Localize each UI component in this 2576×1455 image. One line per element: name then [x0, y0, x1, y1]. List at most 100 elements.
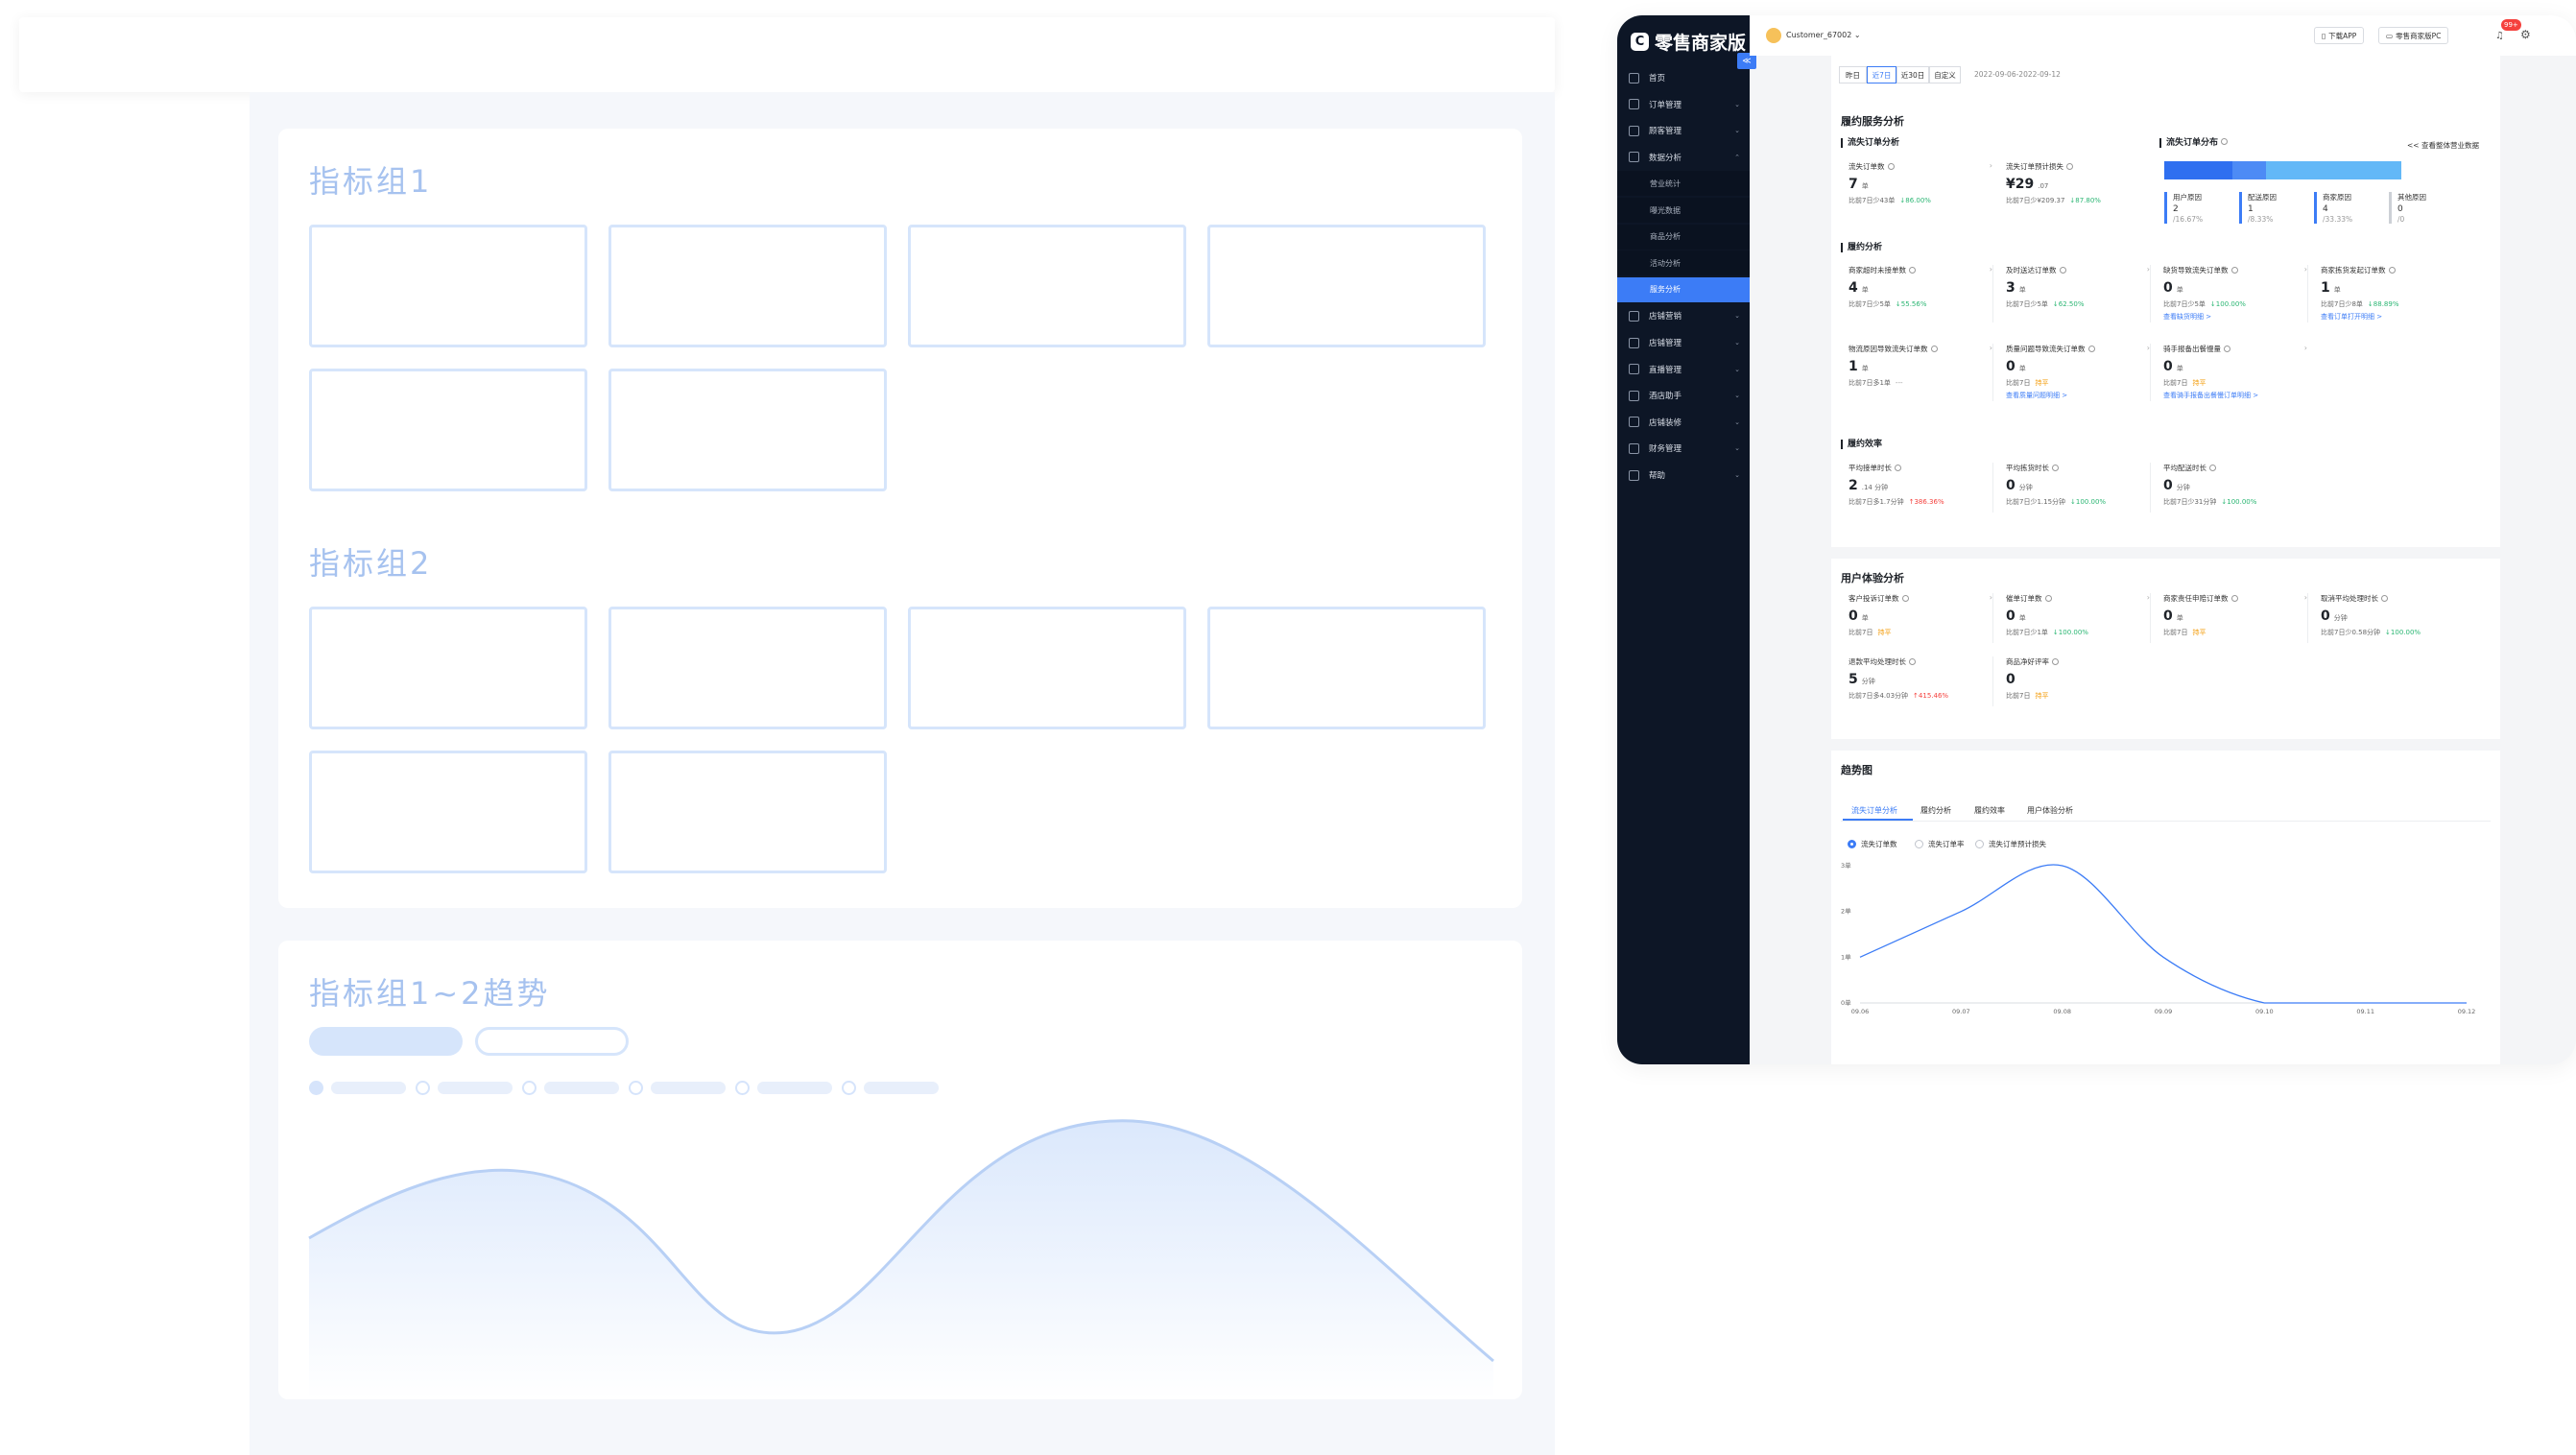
column-separator: [1992, 656, 1993, 706]
gear-icon[interactable]: ⚙: [2520, 28, 2531, 41]
metric-change: 持平: [2192, 629, 2206, 636]
trend-radio[interactable]: 流失订单预计损失: [1975, 839, 2046, 849]
sidebar-subitem[interactable]: 商品分析: [1617, 224, 1750, 250]
metric-item[interactable]: 取消平均处理时长 0 分钟 比前7日少0.58分钟 ↓100.00%: [2321, 593, 2465, 637]
metric-item[interactable]: 平均拣货时长 0 分钟 比前7日少1.15分钟 ↓100.00%: [2006, 463, 2150, 507]
metric-item[interactable]: 催单订单数 › 0 单比前7日少1单 ↓100.00%: [2006, 593, 2150, 637]
detail-link[interactable]: 查看缺货明细 >: [2163, 312, 2307, 322]
metric-unit: 单: [2018, 365, 2026, 372]
reason-count: 0: [2397, 204, 2403, 214]
metric-change: ↓100.00%: [2052, 629, 2088, 636]
lost-loss-metric[interactable]: 流失订单预计损失 ¥29.07 比前7日少¥209.37 ↓87.80%: [2006, 161, 2150, 205]
metric-item[interactable]: 退款平均处理时长 5 分钟 比前7日多4.03分钟 ↑415.46%: [1849, 656, 1992, 701]
sidebar-item[interactable]: 店铺营销 ⌄: [1617, 303, 1750, 328]
sidebar-item[interactable]: 酒店助手 ⌄: [1617, 383, 1750, 408]
metric-value: 3: [2006, 280, 2015, 296]
trend-tab[interactable]: 用户体验分析: [2027, 805, 2073, 816]
distribution-segment[interactable]: [2231, 161, 2266, 179]
metric-compare: 比前7日: [2006, 692, 2031, 700]
avatar[interactable]: [1766, 28, 1781, 43]
metric-item[interactable]: 平均接单时长 2.14 分钟 比前7日多1.7分钟 ↑386.36%: [1849, 463, 1992, 507]
metric-item[interactable]: 及时送达订单数 › 3 单比前7日少5单 ↓62.50%: [2006, 265, 2150, 309]
question-icon: [2052, 465, 2059, 471]
sidebar-subitem[interactable]: 曝光数据: [1617, 198, 1750, 223]
question-icon: [2087, 346, 2095, 352]
trend-tab[interactable]: 流失订单分析: [1851, 805, 1897, 816]
trend-title: 趋势图: [1841, 764, 1872, 776]
column-separator: [1992, 265, 1993, 322]
sidebar-item-label: 订单管理: [1649, 100, 1682, 110]
trend-tab[interactable]: 履约分析: [1920, 805, 1951, 816]
metric-item[interactable]: 商家拣货发起订单数 1 单比前7日少8单 ↓88.89% 查看订单打开明细 >: [2321, 265, 2465, 322]
metric-unit: 单: [2176, 365, 2183, 372]
metric-label: 流失订单数: [1849, 162, 1885, 171]
sidebar-item[interactable]: 直播管理 ⌄: [1617, 357, 1750, 382]
metric-compare: 比前7日少5单: [1849, 300, 1891, 308]
date-tab[interactable]: 近7日: [1867, 66, 1896, 83]
sidebar-item[interactable]: 首页: [1617, 65, 1750, 90]
trend-radio[interactable]: 流失订单数: [1848, 839, 1897, 849]
sidebar-item-label: 店铺营销: [1649, 312, 1682, 322]
detail-link[interactable]: 查看骑手报备出餐慢订单明细 >: [2163, 391, 2307, 400]
metric-compare: 比前7日多1.7分钟: [1849, 498, 1904, 506]
metric-item[interactable]: 物流原因导致流失订单数 › 1 单比前7日多1单 ---: [1849, 344, 1992, 388]
metric-change: ↓100.00%: [2070, 498, 2107, 506]
sidebar-subitem[interactable]: 服务分析: [1617, 276, 1750, 302]
sidebar-item[interactable]: 店铺管理 ⌄: [1617, 330, 1750, 355]
user-name[interactable]: Customer_67002 ⌄: [1786, 31, 1861, 39]
distribution-segment[interactable]: [2265, 161, 2401, 179]
column-separator: [2307, 265, 2308, 322]
metric-item[interactable]: 质量问题导致流失订单数 › 0 单比前7日 持平 查看质量问题明细 >: [2006, 344, 2150, 400]
pc-version-button[interactable]: ▭ 零售商家版PC: [2378, 27, 2449, 44]
view-overall-link[interactable]: << 查看整体营业数据: [2407, 140, 2479, 151]
metric-item[interactable]: 平均配送时长 0 分钟 比前7日少31分钟 ↓100.00%: [2163, 463, 2307, 507]
column-separator: [1992, 463, 1993, 513]
metric-unit: 分钟: [2333, 614, 2348, 622]
sidebar-subitem[interactable]: 活动分析: [1617, 250, 1750, 276]
x-tick-label: 09.08: [2053, 1008, 2071, 1015]
x-tick-label: 09.11: [2356, 1008, 2374, 1015]
metric-unit: 分钟: [1861, 678, 1875, 685]
chevron-icon: ⌄: [1734, 127, 1740, 135]
sidebar-item[interactable]: 店铺装修 ⌄: [1617, 410, 1750, 435]
sidebar-item[interactable]: 数据分析 ⌃: [1617, 145, 1750, 170]
question-icon: [1909, 658, 1916, 665]
sidebar-item[interactable]: 订单管理 ⌄: [1617, 92, 1750, 117]
sidebar-item[interactable]: 帮助 ⌄: [1617, 463, 1750, 488]
metric-item[interactable]: 客户投诉订单数 › 0 单比前7日 持平: [1849, 593, 1992, 637]
metric-item[interactable]: 商家责任申赔订单数 › 0 单比前7日 持平: [2163, 593, 2307, 637]
metric-item[interactable]: 商家超时未接单数 › 4 单比前7日少5单 ↓55.56%: [1849, 265, 1992, 309]
distribution-column: 其他原因 0/0: [2389, 192, 2426, 224]
question-icon: [2230, 267, 2238, 274]
logo[interactable]: C 零售商家版: [1631, 29, 1746, 54]
sidebar-item[interactable]: 财务管理 ⌄: [1617, 436, 1750, 461]
distribution-segment[interactable]: [2164, 161, 2232, 179]
metric-compare: 比前7日少8单: [2321, 300, 2363, 308]
column-separator: [2150, 344, 2151, 401]
series-line[interactable]: [1859, 864, 2467, 1004]
detail-link[interactable]: 查看订单打开明细 >: [2321, 312, 2465, 322]
metric-change: ↑386.36%: [1908, 498, 1944, 506]
date-tab[interactable]: 近30日: [1896, 66, 1929, 83]
sidebar-subitem[interactable]: 营业统计: [1617, 171, 1750, 197]
trend-radio[interactable]: 流失订单率: [1915, 839, 1965, 849]
metric-item[interactable]: 商品净好评率 0 比前7日 持平: [2006, 656, 2150, 701]
tab-divider: [1841, 821, 2491, 822]
chevron-icon: ⌄: [1734, 100, 1740, 108]
sidebar-item[interactable]: 顾客管理 ⌄: [1617, 118, 1750, 143]
date-tab[interactable]: 昨日: [1839, 66, 1867, 83]
metric-unit: 分钟: [2018, 484, 2033, 491]
detail-link[interactable]: 查看质量问题明细 >: [2006, 391, 2150, 400]
download-app-button[interactable]: ▯ 下载APP: [2314, 27, 2365, 44]
bell-icon[interactable]: ♫: [2495, 31, 2504, 41]
trend-tab[interactable]: 履约效率: [1974, 805, 2005, 816]
metric-item[interactable]: 骑手报备出餐慢量 › 0 单比前7日 持平 查看骑手报备出餐慢订单明细 >: [2163, 344, 2307, 400]
date-tab[interactable]: 自定义: [1929, 66, 1961, 83]
lost-count-metric[interactable]: 流失订单数 › 7单 比前7日少43单 ↓86.00%: [1849, 161, 1992, 205]
metric-unit: 单: [1861, 614, 1869, 622]
top-bar: Customer_67002 ⌄ ▯ 下载APP ▭ 零售商家版PC ♫ 99+ ⚙: [1750, 15, 2576, 56]
decor-icon: [1629, 417, 1639, 428]
metric-item[interactable]: 缺货导致流失订单数 › 0 单比前7日少5单 ↓100.00% 查看缺货明细 >: [2163, 265, 2307, 322]
metric-label: 催单订单数: [2006, 594, 2042, 603]
chevron-right-icon: ›: [2303, 344, 2307, 352]
